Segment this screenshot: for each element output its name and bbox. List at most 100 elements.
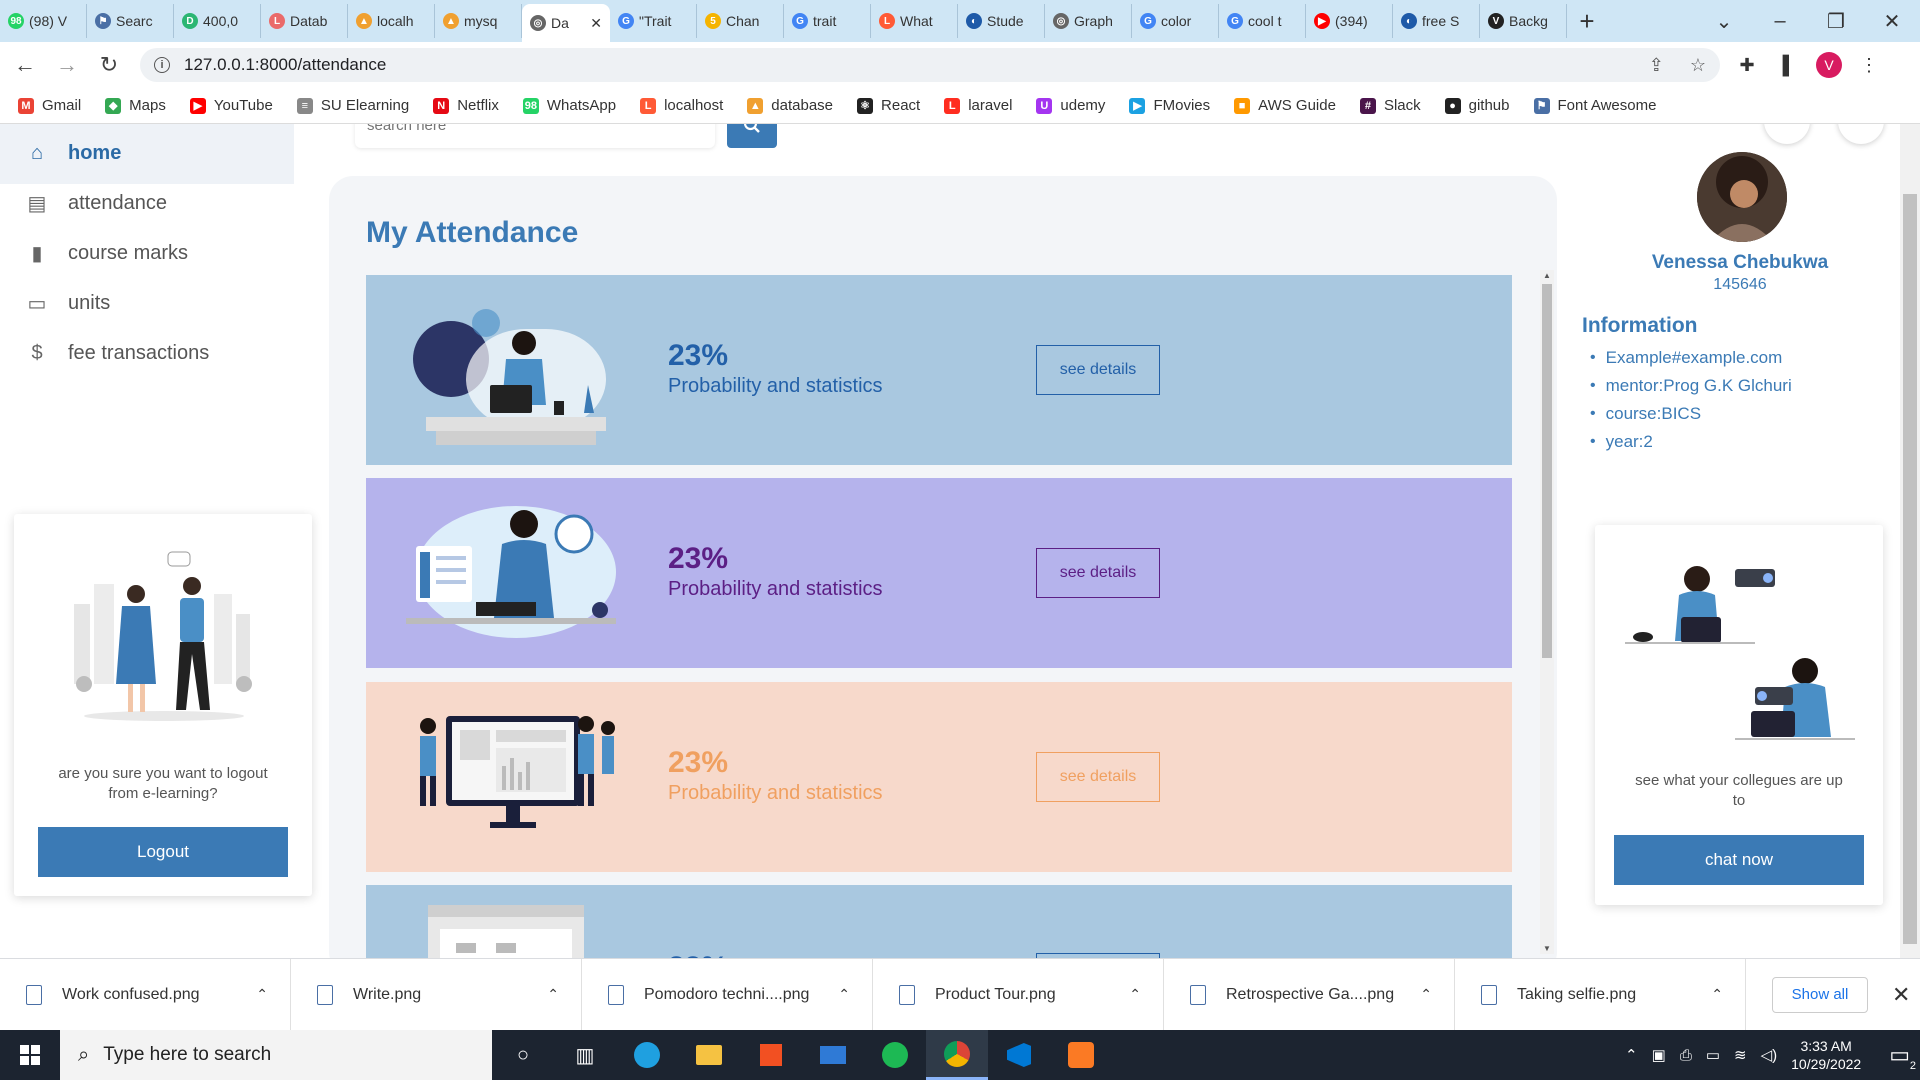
vscode-icon[interactable]	[988, 1030, 1050, 1080]
profile-avatar-button[interactable]: V	[1816, 52, 1842, 78]
bookmark-item[interactable]: ■ AWS Guide	[1234, 97, 1336, 114]
share-icon[interactable]: ⇪	[1649, 55, 1664, 76]
browser-tab[interactable]: 5 Chan	[697, 4, 784, 38]
mail-icon[interactable]	[802, 1030, 864, 1080]
scroll-down-icon[interactable]: ▼	[1543, 944, 1551, 953]
bookmark-item[interactable]: Uudemy	[1036, 97, 1105, 114]
tab-search-chevron-icon[interactable]: ⌄	[1696, 9, 1752, 34]
bookmark-item[interactable]: ⚛ React	[857, 97, 920, 114]
wifi-icon[interactable]: ≋	[1734, 1046, 1747, 1064]
browser-tab[interactable]: ◐ Stude	[958, 4, 1045, 38]
side-panel-icon[interactable]: ▌	[1774, 50, 1804, 80]
bookmark-star-icon[interactable]: ☆	[1690, 55, 1706, 76]
see-details-button[interactable]: see details	[1036, 752, 1160, 802]
close-window-icon[interactable]: ✕	[1864, 9, 1920, 34]
bookmark-item[interactable]: ● github	[1444, 97, 1510, 114]
chrome-icon[interactable]	[926, 1030, 988, 1080]
tray-chevron-icon[interactable]: ⌃	[1625, 1046, 1638, 1064]
search-input[interactable]	[355, 124, 715, 148]
browser-tab[interactable]: ◐ free S	[1393, 4, 1480, 38]
logout-button[interactable]: Logout	[38, 827, 288, 877]
back-icon[interactable]: ←	[8, 48, 42, 82]
see-details-button[interactable]: see details	[1036, 345, 1160, 395]
attendance-scrollbar[interactable]: ▲ ▼	[1540, 270, 1554, 954]
browser-tab[interactable]: Gtrait	[784, 4, 871, 38]
bookmark-item[interactable]: Llaravel	[944, 97, 1012, 114]
browser-tab[interactable]: ⚑ Searc	[87, 4, 174, 38]
task-view-icon[interactable]: ▥	[554, 1030, 616, 1080]
bookmark-item[interactable]: ▲ database	[747, 97, 833, 114]
scroll-up-icon[interactable]: ▲	[1543, 271, 1551, 280]
bookmark-item[interactable]: 98 WhatsApp	[522, 97, 616, 114]
browser-tab[interactable]: L What	[871, 4, 958, 38]
chevron-up-icon[interactable]: ⌃	[838, 986, 850, 1003]
bookmark-item[interactable]: ▶ FMovies	[1129, 97, 1210, 114]
clock[interactable]: 3:33 AM 10/29/2022	[1791, 1037, 1861, 1073]
browser-tab[interactable]: V Backg	[1480, 4, 1567, 38]
page-scrollbar[interactable]	[1900, 124, 1920, 958]
browser-tab[interactable]: Gcolor	[1132, 4, 1219, 38]
download-item[interactable]: Pomodoro techni....png ⌃	[582, 958, 873, 1031]
xampp-icon[interactable]	[1050, 1030, 1112, 1080]
bookmark-item[interactable]: # Slack	[1359, 97, 1421, 114]
header-round-button[interactable]	[1838, 124, 1884, 144]
close-tab-icon[interactable]: ✕	[590, 15, 602, 32]
bookmark-item[interactable]: ◆ Maps	[105, 97, 166, 114]
header-round-button[interactable]	[1764, 124, 1810, 144]
browser-tab[interactable]: G "Trait	[610, 4, 697, 38]
avatar[interactable]	[1697, 152, 1787, 242]
start-button[interactable]	[0, 1030, 60, 1080]
reload-icon[interactable]: ↻	[92, 48, 126, 82]
store-icon[interactable]	[740, 1030, 802, 1080]
browser-tab[interactable]: ◎ Da ✕	[522, 4, 610, 42]
menu-kebab-icon[interactable]: ⋮	[1854, 50, 1884, 80]
chevron-up-icon[interactable]: ⌃	[1711, 986, 1723, 1003]
close-downloads-icon[interactable]: ✕	[1892, 982, 1910, 1008]
attendance-scrollbar-thumb[interactable]	[1542, 284, 1552, 658]
download-item[interactable]: Retrospective Ga....png ⌃	[1164, 958, 1455, 1031]
volume-icon[interactable]: ◁)	[1761, 1046, 1778, 1064]
download-item[interactable]: Work confused.png ⌃	[0, 958, 291, 1031]
edge-icon[interactable]	[616, 1030, 678, 1080]
download-item[interactable]: Taking selfie.png ⌃	[1455, 958, 1746, 1031]
browser-tab[interactable]: L Datab	[261, 4, 348, 38]
chevron-up-icon[interactable]: ⌃	[256, 986, 268, 1003]
browser-tab[interactable]: ◎ Graph	[1045, 4, 1132, 38]
taskbar-search[interactable]: ⌕ Type here to search	[60, 1030, 492, 1080]
new-tab-button[interactable]: +	[1567, 4, 1607, 38]
chevron-up-icon[interactable]: ⌃	[1420, 986, 1432, 1003]
bookmark-item[interactable]: Llocalhost	[640, 97, 723, 114]
restore-icon[interactable]: ❐	[1808, 9, 1864, 34]
display-icon[interactable]: ⎙	[1680, 1047, 1692, 1064]
browser-tab[interactable]: Gcool t	[1219, 4, 1306, 38]
chat-now-button[interactable]: chat now	[1614, 835, 1864, 885]
bookmark-item[interactable]: M Gmail	[18, 97, 81, 114]
browser-tab[interactable]: ▲ localh	[348, 4, 435, 38]
search-button[interactable]	[727, 124, 777, 148]
notifications-icon[interactable]: ▭ 2	[1889, 1042, 1916, 1072]
forward-icon[interactable]: →	[50, 48, 84, 82]
bookmark-item[interactable]: ≡ SU Elearning	[296, 97, 409, 114]
sidebar-item-fee-transactions[interactable]: $ fee transactions	[0, 322, 294, 384]
site-info-icon[interactable]: i	[154, 57, 170, 73]
bookmark-item[interactable]: N Netflix	[433, 97, 499, 114]
battery-icon[interactable]: ▭	[1706, 1046, 1720, 1064]
url-input[interactable]: i 127.0.0.1:8000/attendance ⇪ ☆	[140, 48, 1720, 82]
browser-tab[interactable]: 98 (98) V	[0, 4, 87, 38]
chevron-up-icon[interactable]: ⌃	[547, 986, 559, 1003]
extensions-puzzle-icon[interactable]: ✚	[1732, 50, 1762, 80]
bookmark-item[interactable]: ▶ YouTube	[189, 97, 273, 114]
bookmark-item[interactable]: ⚑ Font Awesome	[1533, 97, 1656, 114]
download-item[interactable]: Product Tour.png ⌃	[873, 958, 1164, 1031]
browser-tab[interactable]: ▶ (394)	[1306, 4, 1393, 38]
chevron-up-icon[interactable]: ⌃	[1129, 986, 1141, 1003]
file-explorer-icon[interactable]	[678, 1030, 740, 1080]
show-all-downloads-button[interactable]: Show all	[1772, 976, 1868, 1013]
download-item[interactable]: Write.png ⌃	[291, 958, 582, 1031]
see-details-button[interactable]: see details	[1036, 548, 1160, 598]
cortana-icon[interactable]: ○	[492, 1030, 554, 1080]
meet-icon[interactable]: ▣	[1652, 1046, 1666, 1064]
browser-tab[interactable]: D 400,0	[174, 4, 261, 38]
browser-tab[interactable]: ▲ mysq	[435, 4, 522, 38]
page-scrollbar-thumb[interactable]	[1903, 194, 1917, 944]
